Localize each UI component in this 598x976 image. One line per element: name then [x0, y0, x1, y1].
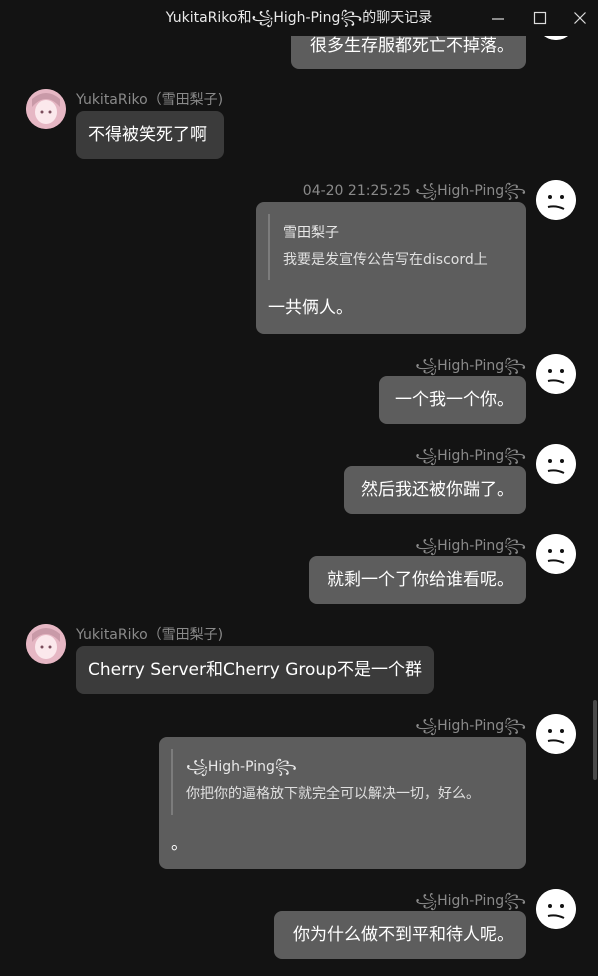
scrollbar-thumb[interactable] — [593, 700, 597, 780]
anime-girl-avatar-icon — [26, 624, 66, 664]
avatar[interactable] — [26, 624, 66, 664]
avatar[interactable] — [536, 714, 576, 754]
message-bubble[interactable]: 不得被笑死了啊 — [76, 111, 224, 159]
quoted-message-bubble[interactable]: 雪田梨子 我要是发宣传公告写在discord上 一共俩人。 — [256, 202, 526, 334]
message-text: 就剩一个了你给谁看呢。 — [327, 570, 514, 590]
message-bubble[interactable]: 一个我一个你。 — [379, 376, 526, 424]
message-text: 然后我还被你踹了。 — [361, 480, 514, 500]
timestamp: 04-20 21:25:25 — [302, 183, 411, 199]
quote-text: 你把你的逼格放下就完全可以解决一切，好么。 — [186, 786, 480, 802]
avatar[interactable] — [536, 354, 576, 394]
maximize-icon — [533, 11, 547, 25]
message-text: 很多生存服都死亡不掉落。 — [310, 35, 514, 56]
minimize-icon — [492, 18, 504, 20]
sender-name: ꧁High-Ping꧂ — [415, 183, 526, 199]
quote-author: ꧁High-Ping꧂ — [186, 759, 297, 775]
message-bubble[interactable]: 就剩一个了你给谁看呢。 — [309, 556, 526, 604]
neutral-face-avatar-icon — [536, 444, 576, 484]
neutral-face-avatar-icon — [536, 714, 576, 754]
neutral-face-avatar-icon — [536, 180, 576, 220]
close-button[interactable] — [560, 0, 598, 36]
avatar[interactable] — [26, 89, 66, 129]
message-text: Cherry Server和Cherry Group不是一个群 — [88, 660, 422, 680]
avatar[interactable] — [536, 534, 576, 574]
close-icon — [574, 12, 586, 24]
message-bubble[interactable]: 然后我还被你踹了。 — [344, 466, 526, 514]
window-title: YukitaRiko和꧁High-Ping꧂的聊天记录 — [165, 10, 433, 26]
scrollbar[interactable] — [592, 36, 598, 976]
avatar[interactable] — [536, 180, 576, 220]
anime-girl-avatar-icon — [26, 89, 66, 129]
message-text: 一个我一个你。 — [395, 390, 514, 410]
quote-author: 雪田梨子 — [283, 225, 339, 241]
message-text: 。 — [171, 834, 188, 854]
quoted-message-bubble[interactable]: ꧁High-Ping꧂ 你把你的逼格放下就完全可以解决一切，好么。 。 — [159, 737, 526, 869]
sender-name: YukitaRiko（雪田梨子) — [76, 92, 224, 108]
neutral-face-avatar-icon — [536, 354, 576, 394]
sender-name: YukitaRiko（雪田梨子) — [76, 627, 224, 643]
message-bubble[interactable]: 你为什么做不到平和待人呢。 — [274, 911, 526, 959]
message-text: 一共俩人。 — [268, 298, 353, 318]
neutral-face-avatar-icon — [536, 889, 576, 929]
quote-bar — [268, 214, 270, 280]
quote-bar — [171, 749, 173, 815]
avatar[interactable] — [536, 889, 576, 929]
message-text: 不得被笑死了啊 — [88, 125, 207, 145]
message-bubble[interactable]: Cherry Server和Cherry Group不是一个群 — [76, 646, 434, 694]
avatar[interactable] — [536, 444, 576, 484]
minimize-button[interactable] — [478, 0, 518, 36]
title-bar: YukitaRiko和꧁High-Ping꧂的聊天记录 — [0, 0, 598, 36]
message-text: 你为什么做不到平和待人呢。 — [293, 925, 514, 945]
maximize-button[interactable] — [520, 0, 560, 36]
quote-text: 我要是发宣传公告写在discord上 — [283, 252, 488, 268]
neutral-face-avatar-icon — [536, 534, 576, 574]
